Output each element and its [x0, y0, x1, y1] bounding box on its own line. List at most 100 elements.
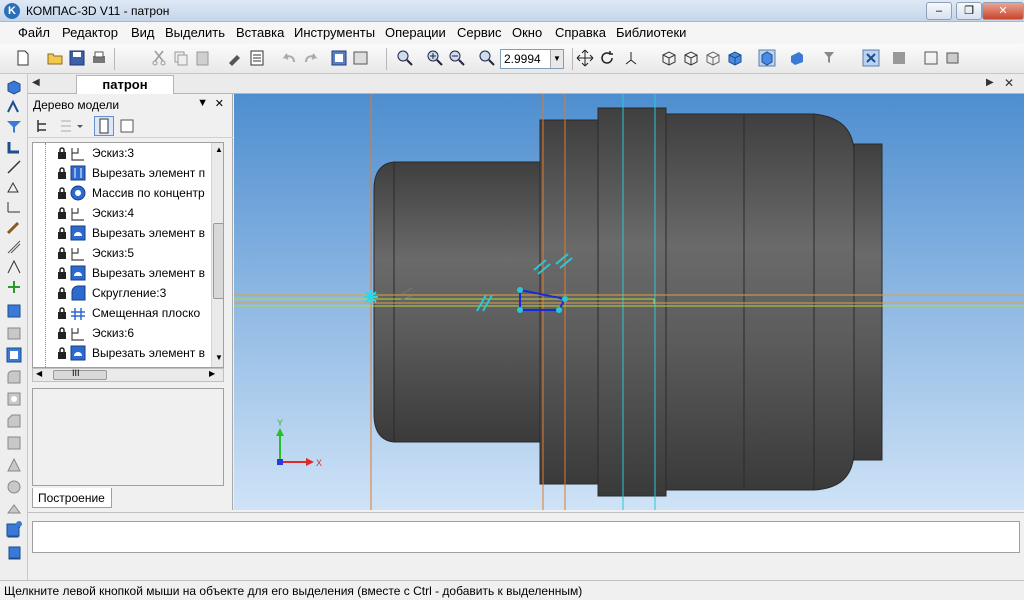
redo-icon[interactable] — [302, 49, 320, 67]
filter-icon[interactable] — [822, 49, 840, 67]
scroll-left-icon[interactable]: ◀ — [36, 369, 42, 378]
format-painter-icon[interactable] — [226, 49, 244, 67]
shaded-icon[interactable] — [726, 49, 744, 67]
property-toolbar-icon[interactable] — [5, 520, 23, 538]
tab-scroll-left-icon[interactable]: ◀ — [32, 77, 40, 88]
new-file-icon[interactable] — [14, 49, 32, 67]
menu-libraries[interactable]: Библиотеки — [616, 25, 686, 40]
sketch-toggle-icon[interactable] — [5, 346, 23, 364]
close-panel-icon[interactable]: ✕ — [215, 97, 224, 110]
print-icon[interactable] — [90, 49, 108, 67]
section-icon[interactable] — [5, 500, 23, 518]
tree-item[interactable]: Вырезать элемент в — [33, 223, 208, 243]
tree-scroll-thumb[interactable] — [213, 223, 223, 299]
menu-select[interactable]: Выделить — [165, 25, 225, 40]
tree-item[interactable]: Эскиз:5 — [33, 243, 208, 263]
property-panel-area[interactable] — [32, 521, 1020, 553]
tab-document[interactable]: патрон — [76, 75, 174, 94]
designations-icon[interactable] — [5, 258, 23, 276]
save-icon[interactable] — [68, 49, 86, 67]
model-part-body[interactable] — [373, 107, 883, 497]
tab-construction[interactable]: Построение — [32, 488, 112, 508]
parametrization-icon[interactable] — [5, 238, 23, 256]
surfaces-icon[interactable] — [5, 118, 23, 136]
menu-file[interactable]: Файл — [18, 25, 50, 40]
hidden-lines-icon[interactable] — [682, 49, 700, 67]
insert-component-icon[interactable] — [5, 543, 23, 561]
tree-item[interactable]: Вырезать элемент в — [33, 343, 208, 363]
sheet-metal-icon[interactable] — [5, 278, 23, 296]
hole-icon[interactable] — [5, 390, 23, 408]
manager-icon[interactable] — [330, 49, 348, 67]
tree-item[interactable]: Эскиз:3 — [33, 143, 208, 163]
zoom-in-icon[interactable] — [426, 49, 444, 67]
rotate-icon[interactable] — [598, 49, 616, 67]
tree-horizontal-scrollbar[interactable]: ◀ III ▶ — [32, 368, 224, 382]
scroll-right-icon[interactable]: ▶ — [209, 369, 215, 378]
restore-button[interactable]: ❐ — [956, 2, 982, 20]
menu-window[interactable]: Окно — [512, 25, 542, 40]
draft-icon[interactable] — [5, 478, 23, 496]
tree-item[interactable]: Скругление:3 — [33, 283, 208, 303]
tree-display-icon[interactable] — [58, 117, 84, 135]
tree-hscroll-thumb[interactable]: III — [53, 368, 107, 380]
tree-item[interactable]: Вырезать элемент в — [33, 263, 208, 283]
zoom-out-icon[interactable] — [448, 49, 466, 67]
tree-item[interactable]: Смещенная плоско — [33, 303, 208, 323]
open-file-icon[interactable] — [46, 49, 64, 67]
thin-hidden-lines-icon[interactable] — [704, 49, 722, 67]
menu-insert[interactable]: Вставка — [236, 25, 284, 40]
copy-icon[interactable] — [172, 49, 190, 67]
zoom-window-icon[interactable] — [396, 49, 414, 67]
spatial-curves-icon[interactable] — [5, 98, 23, 116]
perspective-icon[interactable] — [788, 49, 806, 67]
menu-help[interactable]: Справка — [555, 25, 606, 40]
tree-filter-icon[interactable] — [118, 117, 136, 135]
tree-item[interactable]: Массив по концентр — [33, 183, 208, 203]
auxiliary-geometry-icon[interactable] — [5, 158, 23, 176]
close-button[interactable]: ✕ — [982, 2, 1024, 20]
properties-icon[interactable] — [248, 49, 266, 67]
pin-icon[interactable]: ▼ — [197, 97, 208, 109]
cut-icon[interactable] — [150, 49, 168, 67]
menu-service[interactable]: Сервис — [457, 25, 502, 40]
editing-tools-icon[interactable] — [5, 78, 23, 96]
wireframe-icon[interactable] — [660, 49, 678, 67]
regenerate-icon[interactable] — [944, 49, 962, 67]
orientation-icon[interactable] — [622, 49, 640, 67]
zoom-scale-input[interactable]: 2.9994 ▼ — [500, 49, 564, 69]
snap-icon[interactable] — [862, 49, 880, 67]
tab-scroll-right-icon[interactable]: ▶ — [986, 77, 994, 88]
extrude-icon[interactable] — [5, 302, 23, 320]
measure-icon[interactable] — [5, 178, 23, 196]
grid-icon[interactable] — [922, 49, 940, 67]
tree-structure-icon[interactable] — [34, 117, 52, 135]
library-icon[interactable] — [890, 49, 908, 67]
menu-editor[interactable]: Редактор — [62, 25, 118, 40]
dimensions-icon[interactable] — [5, 198, 23, 216]
fillet-tool-icon[interactable] — [5, 368, 23, 386]
pan-icon[interactable] — [576, 49, 594, 67]
arrays-icon[interactable] — [5, 138, 23, 156]
rib-icon[interactable] — [5, 456, 23, 474]
chevron-down-icon[interactable]: ▼ — [550, 50, 563, 68]
variables-icon[interactable] — [352, 49, 370, 67]
undo-icon[interactable] — [280, 49, 298, 67]
shell-icon[interactable] — [5, 434, 23, 452]
scroll-up-icon[interactable]: ▲ — [215, 145, 223, 154]
tree-vertical-scrollbar[interactable]: ▲ ▼ — [211, 143, 223, 367]
tree-item[interactable]: Эскиз:6 — [33, 323, 208, 343]
menu-operations[interactable]: Операции — [385, 25, 446, 40]
minimize-button[interactable]: – — [926, 2, 952, 20]
chamfer-icon[interactable] — [5, 412, 23, 430]
revolve-icon[interactable] — [5, 324, 23, 342]
zoom-scale-icon[interactable] — [478, 49, 496, 67]
tree-item[interactable]: Эскиз:4 — [33, 203, 208, 223]
tree-mode-icon[interactable] — [94, 116, 114, 136]
paste-icon[interactable] — [194, 49, 212, 67]
tree-item[interactable]: Вырезать элемент п — [33, 163, 208, 183]
close-document-icon[interactable]: ✕ — [1004, 76, 1014, 90]
model-viewport[interactable]: Y X — [234, 94, 1024, 510]
filters-icon[interactable] — [5, 218, 23, 236]
shaded-edges-icon[interactable] — [758, 49, 776, 67]
